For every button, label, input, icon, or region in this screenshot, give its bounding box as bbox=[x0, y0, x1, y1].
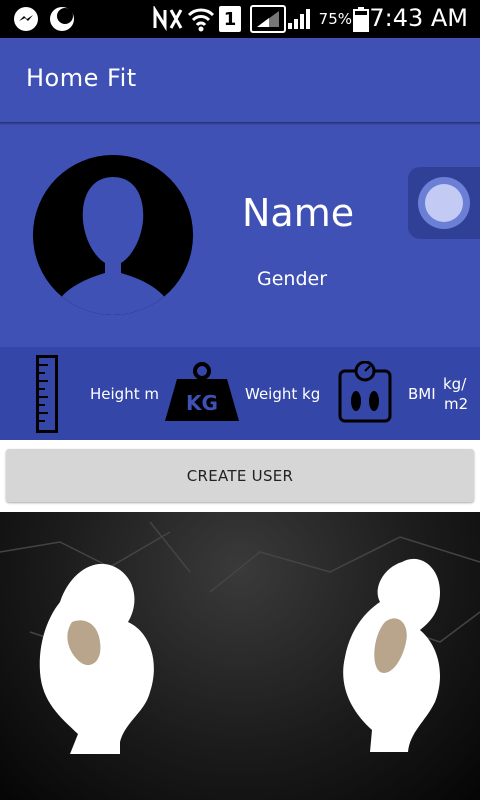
avatar[interactable] bbox=[33, 155, 193, 315]
wifi-icon bbox=[187, 6, 215, 32]
nfc-icon bbox=[152, 6, 184, 32]
weight-label: Weight kg bbox=[245, 385, 321, 403]
create-user-area: CREATE USER bbox=[0, 440, 480, 512]
battery-icon bbox=[352, 6, 370, 32]
sim-slot-number: 1 bbox=[223, 8, 237, 30]
clock: 7:43 AM bbox=[369, 4, 468, 32]
signal-icon bbox=[250, 5, 286, 33]
floating-assist-button[interactable] bbox=[408, 167, 480, 239]
create-user-button[interactable]: CREATE USER bbox=[6, 449, 474, 502]
height-label: Height m bbox=[90, 385, 159, 403]
profile-card: Name Gender bbox=[0, 125, 480, 347]
bmi-unit-bottom: m2 bbox=[444, 395, 469, 413]
fitness-silhouettes-illustration bbox=[0, 521, 480, 754]
person-silhouette-icon bbox=[33, 155, 193, 315]
stats-row: Height m KG Weight kg BMI kg/ m2 bbox=[0, 347, 480, 440]
ruler-icon bbox=[36, 355, 58, 437]
weight-icon-text: KG bbox=[186, 391, 218, 415]
bmi-label: BMI bbox=[408, 385, 436, 403]
sim-icon: 1 bbox=[219, 6, 241, 32]
scale-icon bbox=[338, 360, 392, 427]
signal-icon bbox=[286, 6, 312, 32]
app-bar: Home Fit bbox=[0, 38, 480, 122]
app-title: Home Fit bbox=[26, 64, 137, 92]
profile-gender[interactable]: Gender bbox=[257, 268, 327, 290]
assist-dot bbox=[425, 184, 463, 222]
fitness-banner-image bbox=[0, 512, 480, 800]
night-mode-icon bbox=[48, 6, 76, 32]
battery-percent: 75% bbox=[318, 10, 352, 28]
status-bar: 1 75% 7:43 AM bbox=[0, 0, 480, 38]
profile-name[interactable]: Name bbox=[242, 191, 354, 235]
bmi-unit-top: kg/ bbox=[443, 375, 467, 393]
messenger-icon bbox=[12, 6, 40, 32]
